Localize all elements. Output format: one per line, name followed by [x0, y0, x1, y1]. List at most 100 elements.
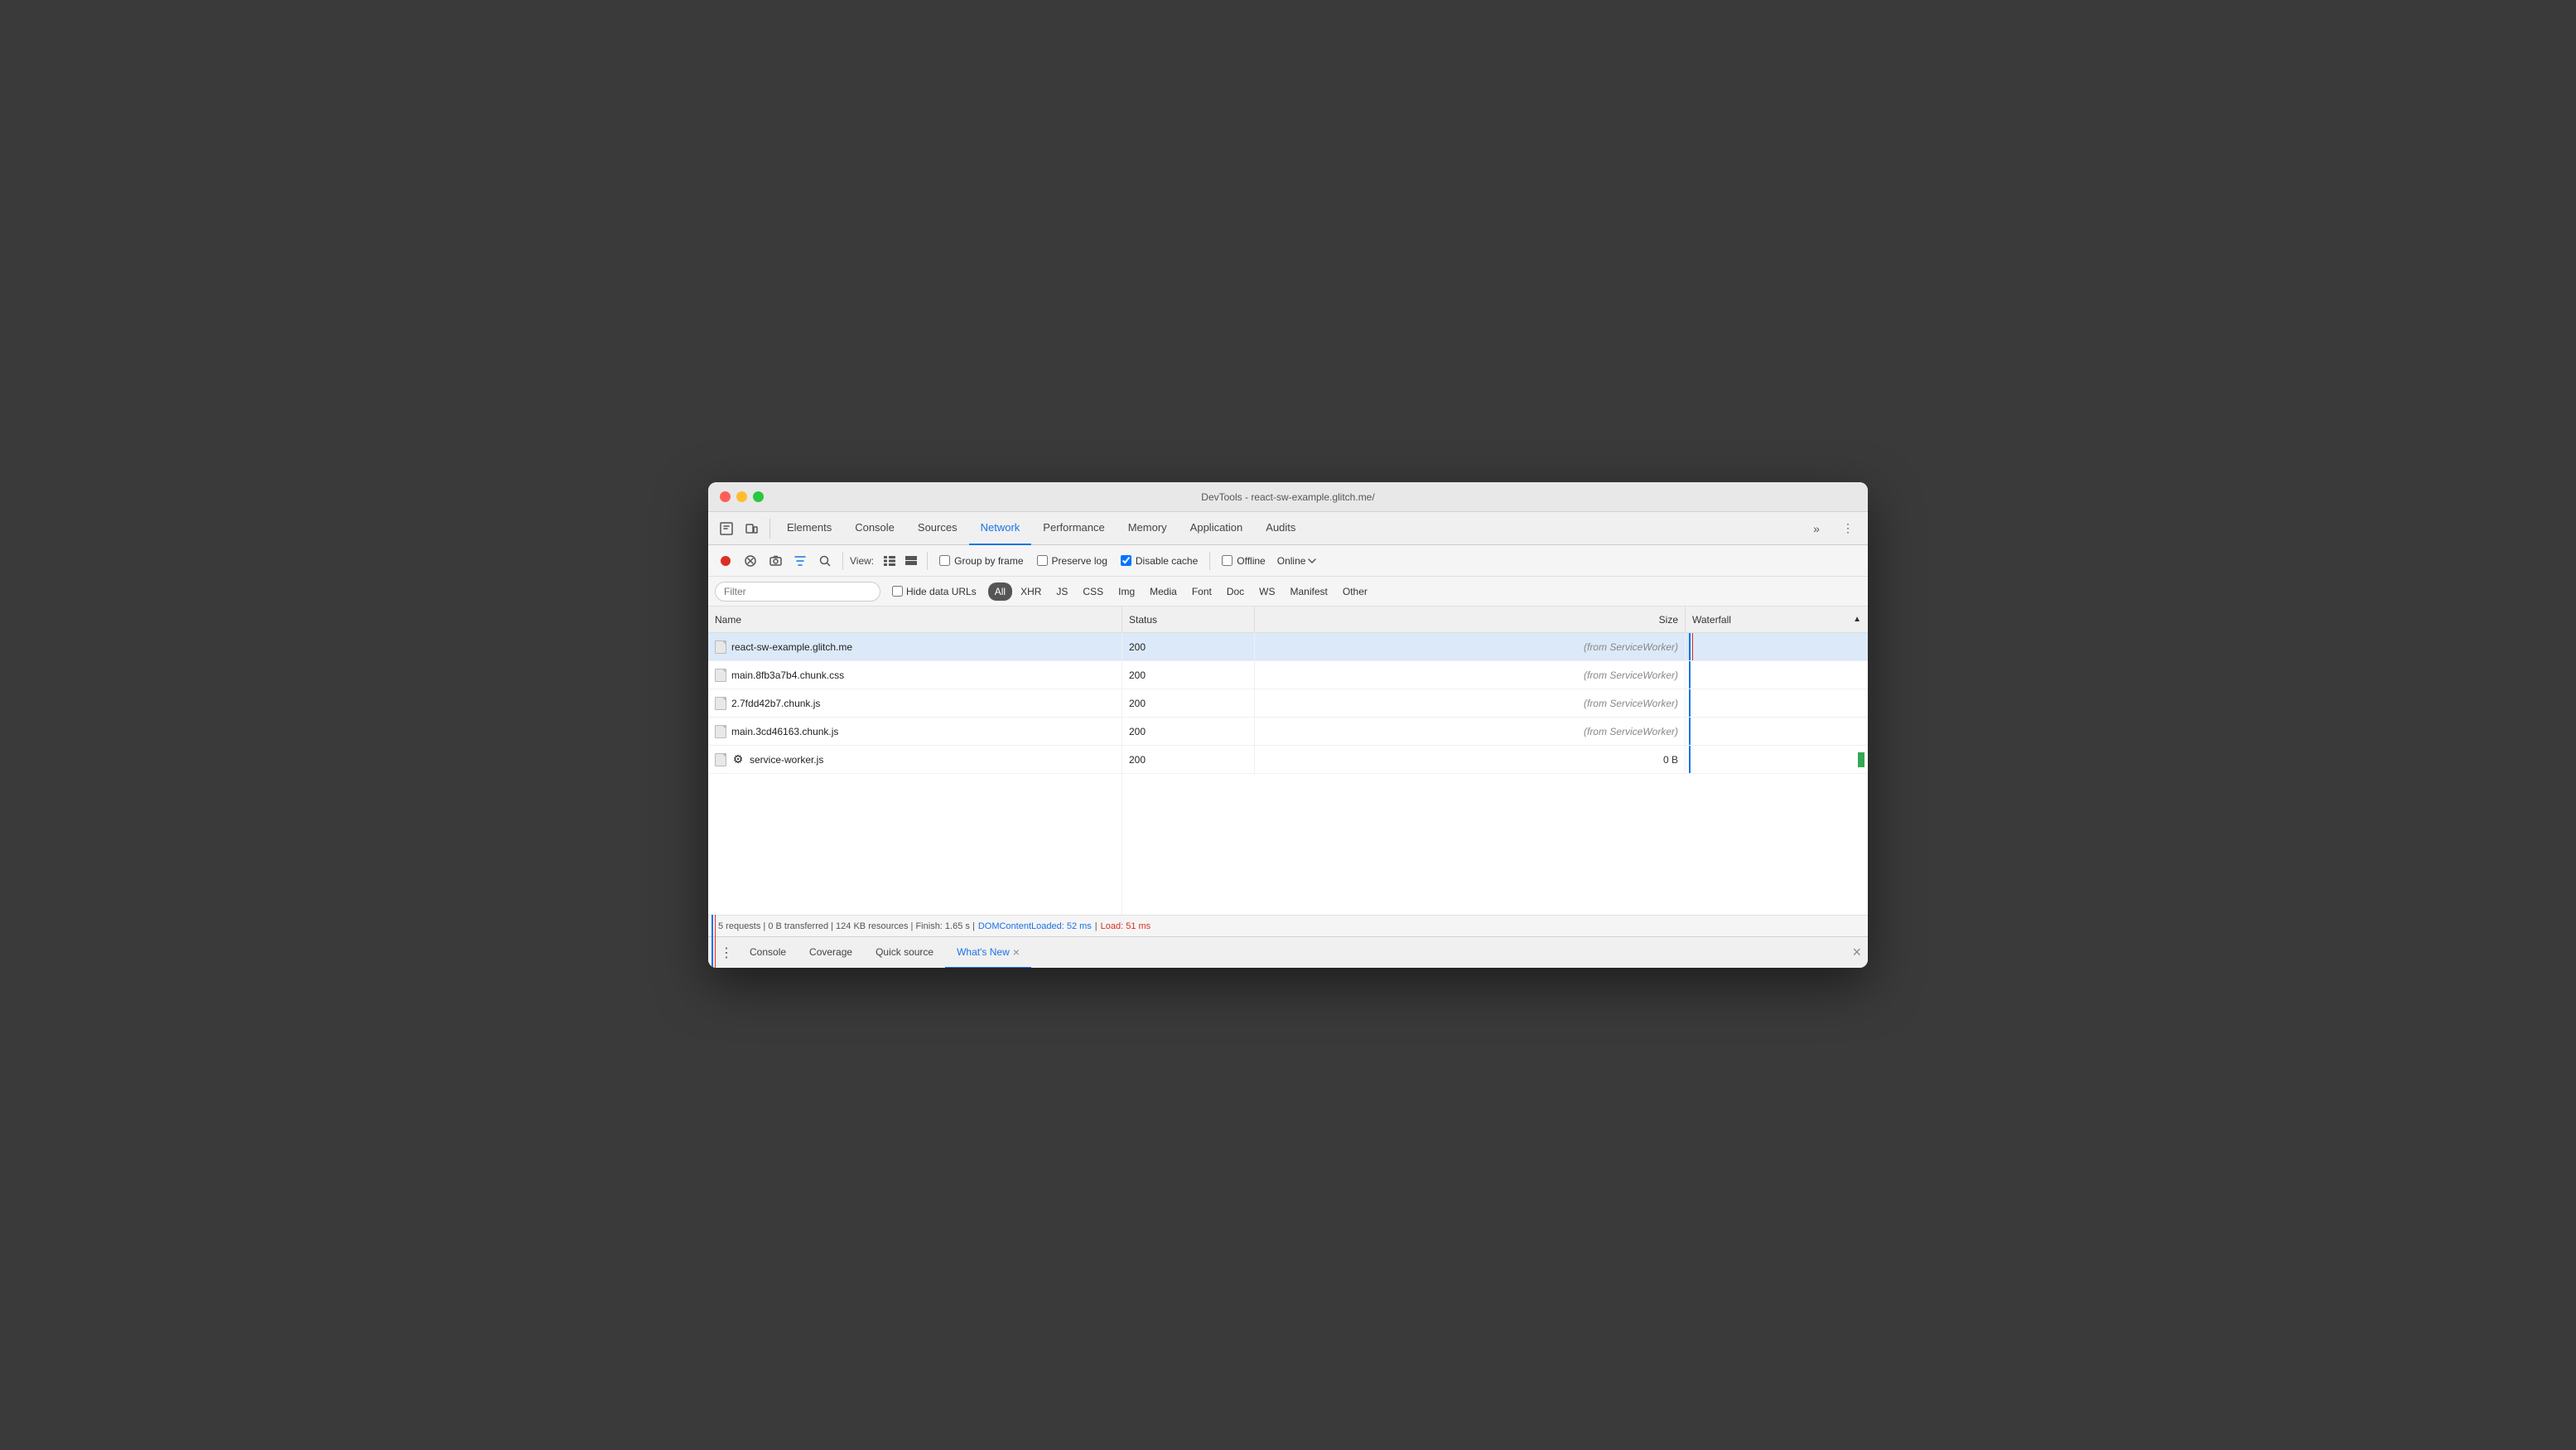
filter-input-wrap	[715, 582, 880, 602]
filter-type-xhr[interactable]: XHR	[1014, 582, 1048, 601]
devtools-menu-button[interactable]: ⋮	[1836, 517, 1860, 540]
waterfall-blue-line-empty	[712, 915, 713, 968]
clear-button[interactable]	[740, 550, 761, 572]
service-worker-icon: ⚙	[731, 753, 745, 766]
minimize-button[interactable]	[736, 491, 747, 502]
header-waterfall[interactable]: Waterfall ▲	[1686, 607, 1868, 632]
tab-divider	[769, 519, 770, 539]
maximize-button[interactable]	[753, 491, 764, 502]
filter-type-all[interactable]: All	[988, 582, 1012, 601]
record-button[interactable]	[715, 550, 736, 572]
row-waterfall-2	[1686, 661, 1868, 689]
filter-type-js[interactable]: JS	[1049, 582, 1074, 601]
filter-type-css[interactable]: CSS	[1076, 582, 1110, 601]
screenshot-button[interactable]	[765, 550, 786, 572]
waterfall-red-line	[1692, 633, 1693, 660]
filter-type-media[interactable]: Media	[1143, 582, 1184, 601]
row-size-3: (from ServiceWorker)	[1255, 689, 1686, 717]
table-row[interactable]: main.3cd46163.chunk.js 200 (from Service…	[708, 718, 1868, 746]
hide-data-urls-checkbox[interactable]	[892, 586, 903, 597]
table-row[interactable]: 2.7fdd42b7.chunk.js 200 (from ServiceWor…	[708, 689, 1868, 718]
disable-cache-checkbox[interactable]	[1121, 555, 1131, 566]
toolbar-divider-3	[1209, 552, 1210, 570]
row-name-3: 2.7fdd42b7.chunk.js	[708, 689, 1122, 717]
waterfall-blue-line	[1689, 746, 1691, 773]
network-toolbar: View: Group by frame Preserve log	[708, 545, 1868, 577]
row-status-5: 200	[1122, 746, 1255, 773]
tab-elements[interactable]: Elements	[775, 512, 843, 545]
filter-type-font[interactable]: Font	[1185, 582, 1218, 601]
tab-application[interactable]: Application	[1179, 512, 1255, 545]
inspector-icon[interactable]	[715, 517, 738, 540]
file-icon-2	[715, 669, 726, 682]
row-name-5: ⚙ service-worker.js	[708, 746, 1122, 773]
tab-audits[interactable]: Audits	[1254, 512, 1307, 545]
tab-network[interactable]: Network	[969, 512, 1032, 545]
filter-type-img[interactable]: Img	[1112, 582, 1141, 601]
filter-button[interactable]	[789, 550, 811, 572]
row-size-5: 0 B	[1255, 746, 1686, 773]
window-title: DevTools - react-sw-example.glitch.me/	[1201, 491, 1374, 503]
table-row[interactable]: main.8fb3a7b4.chunk.css 200 (from Servic…	[708, 661, 1868, 689]
header-name[interactable]: Name	[708, 607, 1122, 632]
toolbar-divider-1	[842, 552, 843, 570]
table-header: Name Status Size Waterfall ▲	[708, 607, 1868, 633]
network-throttle-dropdown[interactable]: Online	[1274, 553, 1320, 568]
waterfall-red-line-empty	[715, 915, 716, 968]
tab-performance[interactable]: Performance	[1031, 512, 1116, 545]
row-name-4: main.3cd46163.chunk.js	[708, 718, 1122, 745]
filter-bar: Hide data URLs All XHR JS CSS Img Media …	[708, 577, 1868, 607]
filter-type-manifest[interactable]: Manifest	[1284, 582, 1334, 601]
row-waterfall-3	[1686, 689, 1868, 717]
tab-memory[interactable]: Memory	[1117, 512, 1179, 545]
offline-toggle[interactable]: Offline	[1217, 555, 1270, 567]
toolbar-divider-2	[927, 552, 928, 570]
preserve-log-toggle[interactable]: Preserve log	[1032, 555, 1112, 567]
group-by-frame-toggle[interactable]: Group by frame	[934, 555, 1028, 567]
hide-data-urls-toggle[interactable]: Hide data URLs	[892, 586, 977, 597]
more-tabs: » ⋮	[1805, 517, 1861, 540]
device-toolbar-icon[interactable]	[740, 517, 763, 540]
close-button[interactable]	[720, 491, 731, 502]
offline-checkbox[interactable]	[1222, 555, 1233, 566]
filter-input[interactable]	[715, 582, 880, 602]
more-tabs-button[interactable]: »	[1805, 517, 1828, 540]
header-size[interactable]: Size	[1255, 607, 1686, 632]
waterfall-blue-line	[1689, 633, 1691, 660]
view-list-button[interactable]	[880, 552, 899, 570]
disable-cache-toggle[interactable]: Disable cache	[1116, 555, 1203, 567]
filter-type-other[interactable]: Other	[1336, 582, 1374, 601]
view-large-button[interactable]	[902, 552, 920, 570]
filter-type-doc[interactable]: Doc	[1220, 582, 1251, 601]
row-waterfall-5	[1686, 746, 1868, 773]
table-row[interactable]: ⚙ service-worker.js 200 0 B	[708, 746, 1868, 774]
tab-console[interactable]: Console	[843, 512, 906, 545]
filter-type-bar: All XHR JS CSS Img Media Font Doc WS Man…	[988, 582, 1374, 601]
close-all-tabs-button[interactable]: ×	[1852, 944, 1861, 961]
tab-sources[interactable]: Sources	[906, 512, 969, 545]
preserve-log-checkbox[interactable]	[1037, 555, 1048, 566]
row-status-1: 200	[1122, 633, 1255, 660]
table-row[interactable]: react-sw-example.glitch.me 200 (from Ser…	[708, 633, 1868, 661]
row-size-2: (from ServiceWorker)	[1255, 661, 1686, 689]
waterfall-bars-4	[1686, 718, 1868, 745]
row-name-1: react-sw-example.glitch.me	[708, 633, 1122, 660]
row-name-2: main.8fb3a7b4.chunk.css	[708, 661, 1122, 689]
filter-type-ws[interactable]: WS	[1252, 582, 1281, 601]
row-waterfall-4	[1686, 718, 1868, 745]
row-size-4: (from ServiceWorker)	[1255, 718, 1686, 745]
file-icon-1	[715, 640, 726, 654]
group-by-frame-checkbox[interactable]	[939, 555, 950, 566]
waterfall-bars-3	[1686, 689, 1868, 717]
header-status[interactable]: Status	[1122, 607, 1255, 632]
row-status-3: 200	[1122, 689, 1255, 717]
waterfall-blue-line	[1689, 718, 1691, 745]
traffic-lights	[720, 491, 764, 502]
waterfall-bars-5	[1686, 746, 1868, 773]
file-icon-4	[715, 725, 726, 738]
row-status-2: 200	[1122, 661, 1255, 689]
sort-arrow: ▲	[1853, 615, 1861, 624]
search-button[interactable]	[814, 550, 836, 572]
waterfall-green-dot	[1858, 752, 1864, 767]
empty-table-area	[708, 774, 1868, 915]
